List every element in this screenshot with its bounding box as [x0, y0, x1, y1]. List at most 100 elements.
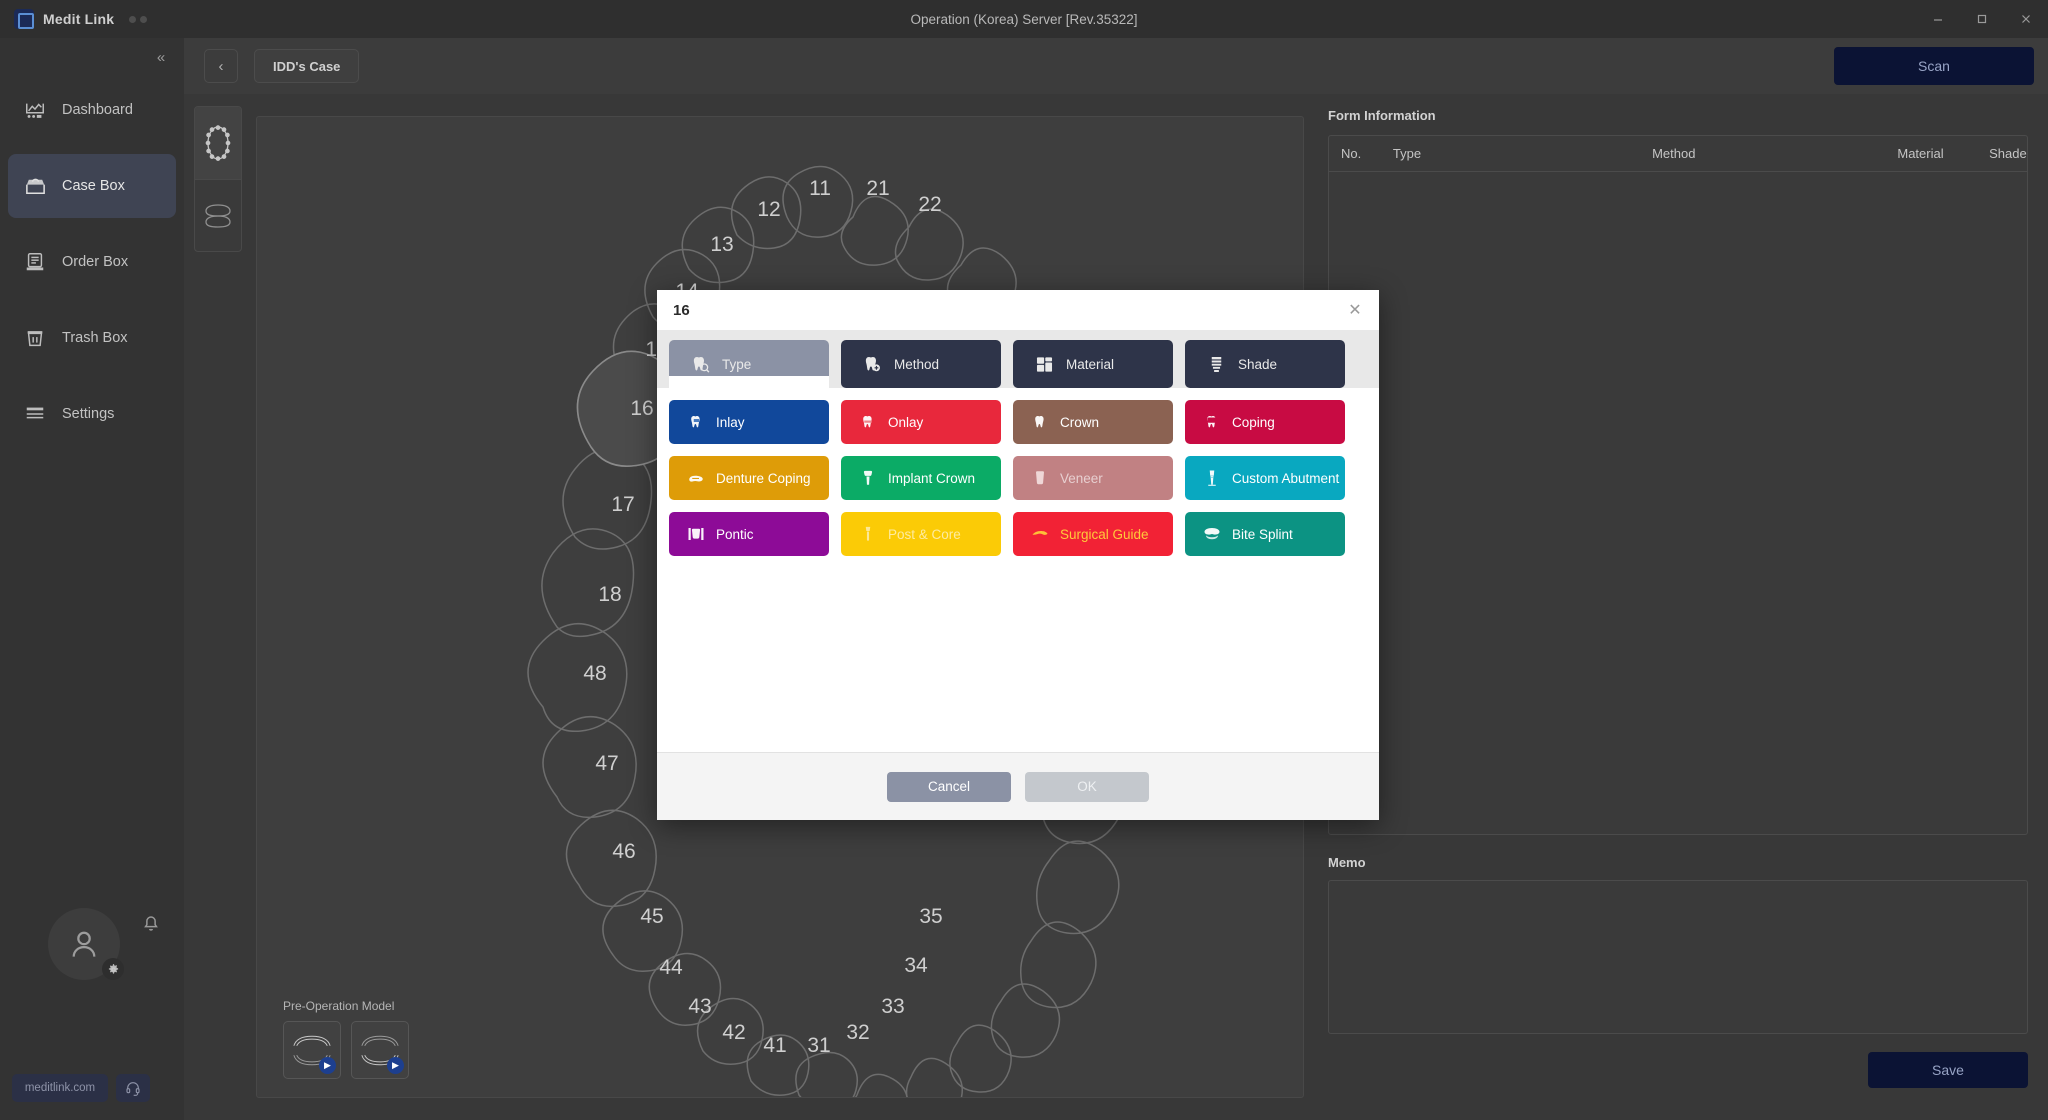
option-inlay[interactable]: Inlay — [669, 400, 829, 444]
trash-box-icon — [22, 325, 48, 351]
option-label: Denture Coping — [716, 470, 811, 486]
medit-logo-icon — [14, 9, 34, 29]
implant-crown-icon — [859, 469, 877, 487]
close-icon[interactable]: ✕ — [1345, 300, 1365, 320]
brand-status-dots — [129, 15, 148, 23]
option-custom-abutment[interactable]: Custom Abutment — [1185, 456, 1345, 500]
maximize-icon[interactable] — [1960, 0, 2004, 38]
option-implant-crown[interactable]: Implant Crown — [841, 456, 1001, 500]
case-tab[interactable]: IDD's Case — [254, 49, 360, 83]
tab-material[interactable]: Material — [1013, 340, 1173, 388]
model-thumbnail[interactable]: ▶ — [351, 1021, 409, 1079]
memo-input[interactable] — [1328, 880, 2028, 1034]
dialog-header: 16 ✕ — [657, 290, 1379, 330]
option-label: Coping — [1232, 414, 1275, 430]
top-toolbar: ‹ IDD's Case Scan — [184, 38, 2048, 94]
sidebar-collapse-icon[interactable]: « — [150, 46, 172, 68]
tab-label: Method — [894, 356, 940, 372]
dialog-footer: Cancel OK — [657, 752, 1379, 820]
app-window: Medit Link Operation (Korea) Server [Rev… — [0, 0, 2048, 1120]
dialog-tabs-strip: Type Method Material Shade — [657, 330, 1379, 388]
notification-bell-icon[interactable] — [140, 912, 162, 939]
option-label: Inlay — [716, 414, 745, 430]
option-label: Surgical Guide — [1060, 526, 1149, 542]
scan-button[interactable]: Scan — [1834, 47, 2034, 85]
meditlink-site-button[interactable]: meditlink.com — [12, 1074, 108, 1102]
sidebar-item-settings[interactable]: Settings — [8, 382, 176, 446]
tab-shade[interactable]: Shade — [1185, 340, 1345, 388]
sidebar-footer: meditlink.com — [0, 890, 184, 1120]
table-header-row: No. Type Method Material Shade — [1329, 136, 2027, 172]
option-post-core[interactable]: Post & Core — [841, 512, 1001, 556]
form-information-table: No. Type Method Material Shade — [1328, 135, 2028, 835]
pre-operation-model: Pre-Operation Model ▶ ▶ — [283, 999, 409, 1079]
pontic-icon — [687, 525, 705, 543]
option-label: Pontic — [716, 526, 754, 542]
sidebar: « Dashboard Case Box Order Box Trash Box… — [0, 38, 184, 1120]
column-header-shade: Shade — [1989, 146, 2027, 161]
option-label: Crown — [1060, 414, 1100, 430]
sidebar-item-case-box[interactable]: Case Box — [8, 154, 176, 218]
sidebar-item-label: Case Box — [62, 178, 125, 194]
case-box-icon — [22, 173, 48, 199]
option-crown[interactable]: Crown — [1013, 400, 1173, 444]
shade-guide-icon — [1207, 355, 1226, 374]
sidebar-bottom-links: meditlink.com — [12, 1074, 150, 1102]
model-thumbnail[interactable]: ▶ — [283, 1021, 341, 1079]
ok-button[interactable]: OK — [1025, 771, 1149, 802]
sidebar-item-dashboard[interactable]: Dashboard — [8, 78, 176, 142]
tooth-type-dialog: 16 ✕ Type Method Material Shade Inlay On… — [657, 290, 1379, 820]
occlusion-model-view-icon[interactable] — [195, 179, 241, 251]
settings-icon — [22, 401, 48, 427]
brand-name: Medit Link — [43, 11, 115, 27]
cancel-button[interactable]: Cancel — [887, 771, 1011, 802]
column-header-material: Material — [1897, 146, 1944, 161]
option-label: Onlay — [888, 414, 924, 430]
memo-section: Memo — [1328, 855, 2028, 1034]
option-veneer[interactable]: Veneer — [1013, 456, 1173, 500]
option-denture-coping[interactable]: Denture Coping — [669, 456, 829, 500]
back-button[interactable]: ‹ — [204, 49, 238, 83]
sidebar-item-trash-box[interactable]: Trash Box — [8, 306, 176, 370]
tab-label: Shade — [1238, 356, 1278, 372]
crown-icon — [1031, 413, 1049, 431]
arch-view-icon[interactable] — [195, 107, 241, 179]
close-icon[interactable] — [2004, 0, 2048, 38]
sidebar-item-order-box[interactable]: Order Box — [8, 230, 176, 294]
tooth-search-icon — [691, 355, 710, 374]
gear-icon[interactable] — [102, 958, 124, 980]
save-button[interactable]: Save — [1868, 1052, 2028, 1088]
sidebar-item-label: Settings — [62, 406, 115, 422]
help-support-icon[interactable] — [116, 1074, 150, 1102]
view-mode-toolbar — [194, 106, 242, 252]
option-onlay[interactable]: Onlay — [841, 400, 1001, 444]
tab-type[interactable]: Type — [669, 340, 829, 388]
coping-icon — [1203, 413, 1221, 431]
sidebar-item-label: Order Box — [62, 254, 129, 270]
memo-label: Memo — [1328, 855, 1366, 870]
option-pontic[interactable]: Pontic — [669, 512, 829, 556]
window-controls — [1916, 0, 2048, 38]
minimize-icon[interactable] — [1916, 0, 1960, 38]
tab-method[interactable]: Method — [841, 340, 1001, 388]
tooth-plus-icon — [863, 355, 882, 374]
option-surgical-guide[interactable]: Surgical Guide — [1013, 512, 1173, 556]
pre-operation-model-label: Pre-Operation Model — [283, 999, 395, 1013]
option-bite-splint[interactable]: Bite Splint — [1185, 512, 1345, 556]
option-coping[interactable]: Coping — [1185, 400, 1345, 444]
veneer-icon — [1031, 469, 1049, 487]
option-label: Post & Core — [888, 526, 961, 542]
denture-coping-icon — [687, 469, 705, 487]
column-header-no: No. — [1341, 146, 1362, 161]
custom-abutment-icon — [1203, 469, 1221, 487]
option-label: Bite Splint — [1232, 526, 1293, 542]
avatar[interactable] — [48, 908, 124, 980]
dialog-title: 16 — [673, 301, 690, 319]
pre-operation-thumbnails: ▶ ▶ — [283, 1021, 409, 1079]
table-body — [1329, 172, 2027, 834]
dashboard-icon — [22, 97, 48, 123]
type-options-area: Inlay Onlay Crown Coping Denture Coping … — [657, 388, 1379, 752]
save-row: Save — [1328, 1052, 2028, 1088]
post-core-icon — [859, 525, 877, 543]
onlay-icon — [859, 413, 877, 431]
